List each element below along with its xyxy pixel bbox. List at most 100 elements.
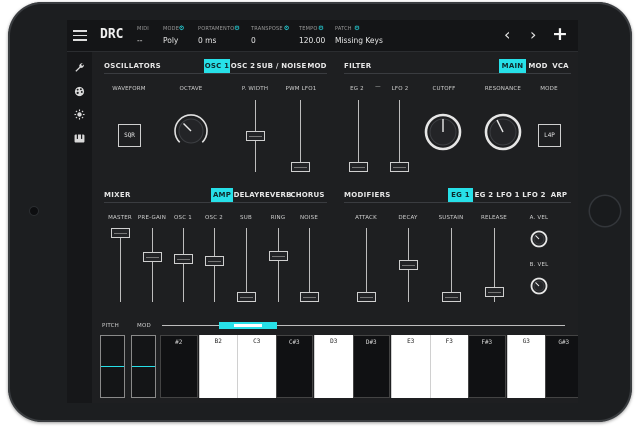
- header-field-value[interactable]: 0 ms: [198, 36, 216, 45]
- header-field-value[interactable]: Missing Keys: [335, 36, 383, 45]
- tab-vca[interactable]: VCA: [550, 59, 571, 73]
- next-patch-button[interactable]: ›: [530, 25, 536, 44]
- camera-icon: [30, 207, 38, 215]
- mixer-slider-thumb[interactable]: [269, 251, 288, 262]
- mixer-slider-thumb[interactable]: [143, 252, 162, 263]
- tab-main[interactable]: MAIN: [499, 59, 526, 73]
- modifier-slider-track[interactable]: [451, 228, 452, 302]
- oscillators-divider: [104, 73, 327, 74]
- piano-icon[interactable]: [74, 134, 85, 143]
- black-key[interactable]: D#3: [352, 335, 390, 398]
- modifier-slider-thumb[interactable]: [485, 286, 504, 297]
- key-label: F#3: [481, 339, 493, 346]
- header-field-label: PORTAMENTO: [198, 26, 235, 32]
- filter-mode-button[interactable]: L4P: [538, 124, 561, 147]
- app-title: DRC: [100, 27, 124, 42]
- white-key[interactable]: C3: [237, 335, 276, 398]
- mod-wheel[interactable]: [131, 335, 156, 398]
- header-field-value[interactable]: 120.00: [299, 36, 325, 45]
- gear-icon[interactable]: ⚙: [179, 24, 185, 32]
- black-key[interactable]: F#3: [468, 335, 506, 398]
- pitch-wheel[interactable]: [100, 335, 125, 398]
- key-label: F3: [445, 338, 453, 345]
- modifier-slider-thumb[interactable]: [442, 292, 461, 302]
- header-field-value[interactable]: --: [137, 36, 142, 45]
- tab-osc-1[interactable]: OSC 1: [204, 59, 230, 73]
- modifier-slider-label: RELEASE: [481, 215, 507, 221]
- tab-sub-noise[interactable]: SUB / NOISE: [256, 59, 307, 73]
- add-patch-button[interactable]: +: [552, 23, 568, 45]
- tab-lfo-2[interactable]: LFO 2: [521, 188, 547, 202]
- palette-icon[interactable]: [74, 86, 85, 97]
- mixer-slider-track[interactable]: [183, 228, 184, 302]
- pwm-lfo-slider-thumb[interactable]: [291, 162, 310, 172]
- app-screen: DRC MIDI -- MODE ⚙ Poly PORTAMENTO ⚙ 0 ms TRANSP…: [67, 20, 578, 403]
- pulse-width-slider-thumb[interactable]: [246, 131, 265, 141]
- cutoff-knob[interactable]: [423, 112, 463, 152]
- previous-patch-button[interactable]: ‹: [504, 25, 510, 44]
- resonance-label: RESONANCE: [484, 86, 522, 92]
- a-vel-knob[interactable]: [530, 230, 548, 248]
- a-vel-label: A. VEL: [529, 215, 549, 221]
- gear-icon[interactable]: ⚙: [354, 24, 360, 32]
- white-key[interactable]: E3: [391, 335, 430, 398]
- modifier-slider-thumb[interactable]: [357, 292, 376, 302]
- white-key[interactable]: D3: [314, 335, 353, 398]
- home-button[interactable]: [590, 196, 620, 226]
- menu-icon[interactable]: [73, 30, 87, 41]
- oscillator-tabs: OSC 1 OSC 2 SUB / NOISE MOD: [204, 59, 327, 73]
- tab-delay[interactable]: DELAY: [233, 188, 260, 202]
- tab-arp[interactable]: ARP: [547, 188, 571, 202]
- keyboard-scroll-handle[interactable]: [219, 322, 277, 329]
- modifier-slider-track[interactable]: [366, 228, 367, 302]
- tab-mod[interactable]: MOD: [526, 59, 550, 73]
- tab-chorus[interactable]: CHORUS: [290, 188, 324, 202]
- mixer-tabs: AMP DELAY REVERB CHORUS: [211, 188, 327, 202]
- header-field-value[interactable]: Poly: [163, 36, 178, 45]
- black-key[interactable]: C#3: [275, 335, 313, 398]
- mixer-slider-track[interactable]: [278, 228, 279, 302]
- header-field-label: TRANSPOSE: [251, 26, 283, 32]
- tab-mod[interactable]: MOD: [307, 59, 327, 73]
- tab-amp[interactable]: AMP: [211, 188, 233, 202]
- mixer-slider-track[interactable]: [246, 228, 247, 302]
- waveform-button[interactable]: SQR: [118, 124, 141, 147]
- modifier-slider-thumb[interactable]: [399, 260, 418, 270]
- black-key[interactable]: #2: [160, 335, 198, 398]
- white-key[interactable]: F3: [429, 335, 468, 398]
- resonance-knob[interactable]: [483, 112, 523, 152]
- mixer-slider-thumb[interactable]: [111, 228, 130, 238]
- wrench-icon[interactable]: [74, 62, 85, 73]
- filter-tabs: MAIN MOD VCA: [499, 59, 571, 73]
- gear-icon[interactable]: ⚙: [284, 24, 290, 32]
- mixer-slider-track[interactable]: [120, 228, 121, 302]
- mixer-slider-thumb[interactable]: [300, 292, 319, 302]
- tab-reverb[interactable]: REVERB: [259, 188, 291, 202]
- mixer-slider-thumb[interactable]: [174, 253, 193, 264]
- eg2-slider-thumb[interactable]: [349, 162, 368, 172]
- mixer-slider-track[interactable]: [152, 228, 153, 302]
- b-vel-knob[interactable]: [530, 277, 548, 295]
- white-key[interactable]: B2: [198, 335, 237, 398]
- tab-eg-1[interactable]: EG 1: [448, 188, 473, 202]
- filter-dash: —: [375, 84, 381, 90]
- tab-eg-2[interactable]: EG 2: [473, 188, 495, 202]
- modifier-slider-label: DECAY: [398, 215, 418, 221]
- header-field-label: PATCH: [335, 26, 352, 32]
- gear-icon[interactable]: ⚙: [318, 24, 324, 32]
- lfo2-slider-thumb[interactable]: [390, 162, 409, 172]
- mixer-slider-track[interactable]: [309, 228, 310, 302]
- black-key[interactable]: G#3: [545, 335, 578, 398]
- octave-knob[interactable]: [172, 112, 210, 150]
- tab-lfo-1[interactable]: LFO 1: [495, 188, 521, 202]
- header-field-label: MODE: [163, 26, 180, 32]
- sun-icon[interactable]: [74, 109, 85, 120]
- tab-osc-2[interactable]: OSC 2: [230, 59, 256, 73]
- mixer-slider-thumb[interactable]: [205, 255, 224, 266]
- gear-icon[interactable]: ⚙: [234, 24, 240, 32]
- mixer-slider-thumb[interactable]: [237, 292, 256, 302]
- lfo2-label: LFO 2: [391, 86, 409, 92]
- white-key[interactable]: G3: [506, 335, 545, 398]
- header-field-value[interactable]: 0: [251, 36, 256, 45]
- oscillators-title: OSCILLATORS: [104, 62, 161, 70]
